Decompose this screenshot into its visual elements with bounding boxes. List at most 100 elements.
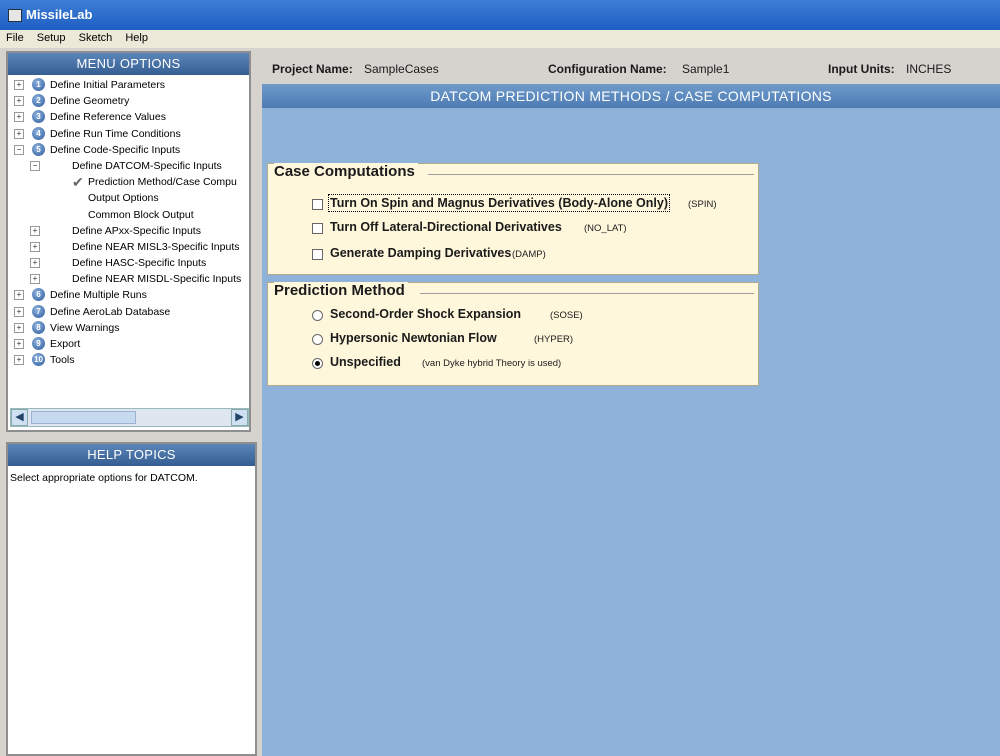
tree-item-label[interactable]: Define Initial Parameters [50,77,165,93]
expand-icon[interactable]: + [14,306,24,317]
spin-code: (SPIN) [688,199,717,210]
checkmark-icon: ✔ [72,174,84,191]
step-number-icon: 7 [32,304,45,318]
expand-icon[interactable]: + [14,339,24,349]
tree-item-label[interactable]: Define AeroLab Database [50,304,170,320]
menu-sketch[interactable]: Sketch [73,30,117,44]
spin-checkbox[interactable] [312,199,323,210]
expand-icon[interactable]: + [14,80,24,90]
tree-item-label[interactable]: Define Reference Values [50,109,166,125]
sose-code: (SOSE) [550,310,583,321]
app-icon [8,9,22,22]
step-number-icon: 4 [32,126,45,140]
tree-item-label[interactable]: Define Multiple Runs [50,287,147,303]
help-text: Select appropriate options for DATCOM. [10,472,198,484]
group-divider [428,174,754,175]
menu-bar: File Setup Sketch Help [0,30,1000,48]
tree-item[interactable]: Common Block Output [8,207,249,223]
step-number-icon: 2 [32,94,45,108]
tree-item[interactable]: +7 Define AeroLab Database [8,304,249,320]
tree-item[interactable]: +8 View Warnings [8,320,249,336]
expand-icon[interactable]: + [14,322,24,333]
help-topics-header: HELP TOPICS [8,444,255,466]
tree-item[interactable]: + Define HASC-Specific Inputs [8,255,249,271]
menu-setup[interactable]: Setup [31,30,70,44]
step-number-icon: 9 [32,337,45,350]
no-lat-checkbox[interactable] [312,223,323,234]
collapse-icon[interactable]: − [30,160,40,171]
tree-item[interactable]: ✔ Prediction Method/Case Compu [8,174,249,190]
step-number-icon: 3 [32,110,45,124]
tree-item[interactable]: Output Options [8,190,249,206]
expand-icon[interactable]: + [14,355,24,366]
unspecified-code: (van Dyke hybrid Theory is used) [422,358,562,369]
hyper-label[interactable]: Hypersonic Newtonian Flow [330,331,497,345]
tree-item[interactable]: +4 Define Run Time Conditions [8,126,249,142]
step-number-icon: 5 [32,142,45,156]
damp-label[interactable]: Generate Damping Derivatives [330,246,511,260]
prediction-method-title: Prediction Method [274,282,408,299]
hyper-code: (HYPER) [534,334,574,345]
expand-icon[interactable]: + [30,241,40,252]
no-lat-label[interactable]: Turn Off Lateral-Directional Derivatives [330,220,562,234]
configuration-name-value: Sample1 [682,62,730,76]
tree-horizontal-scrollbar[interactable]: ◀ ▶ [10,408,249,427]
unspecified-radio[interactable] [312,358,323,369]
project-info-bar: Project Name: SampleCases Configuration … [262,58,1000,80]
title-bar: MissileLab [0,0,1000,30]
tree-item-label[interactable]: Common Block Output [88,207,194,223]
expand-icon[interactable]: + [30,225,40,236]
expand-icon[interactable]: + [14,96,24,107]
tree-item[interactable]: +3 Define Reference Values [8,109,249,125]
sose-label[interactable]: Second-Order Shock Expansion [330,307,521,321]
tree-item[interactable]: +6 Define Multiple Runs [8,287,249,303]
expand-icon[interactable]: + [14,112,24,123]
tree-item-label[interactable]: Define HASC-Specific Inputs [72,255,206,271]
tree-item-label[interactable]: Define DATCOM-Specific Inputs [72,158,222,174]
expand-icon[interactable]: + [14,128,24,139]
tree-item[interactable]: + Define NEAR MISL3-Specific Inputs [8,239,249,255]
menu-options-panel: MENU OPTIONS +1 Define Initial Parameters… [6,51,251,432]
tree-item[interactable]: −5 Define Code-Specific Inputs [8,142,249,158]
menu-help[interactable]: Help [119,30,152,44]
unspecified-label[interactable]: Unspecified [330,355,401,369]
tree-item[interactable]: +2 Define Geometry [8,93,249,109]
tree-item-label[interactable]: Tools [50,352,75,368]
tree-item-label[interactable]: View Warnings [50,320,119,336]
main-header: DATCOM PREDICTION METHODS / CASE COMPUTA… [262,84,1000,108]
configuration-name-label: Configuration Name: [548,62,667,76]
scroll-right-button[interactable]: ▶ [231,409,248,426]
scroll-thumb[interactable] [31,411,136,424]
input-units-label: Input Units: [828,62,895,76]
tree-item-label[interactable]: Output Options [88,190,159,206]
expand-icon[interactable]: + [30,258,40,269]
tree-item[interactable]: − Define DATCOM-Specific Inputs [8,158,249,174]
tree-item-label[interactable]: Define Geometry [50,93,129,109]
tree-item-label[interactable]: Define NEAR MISDL-Specific Inputs [72,271,241,287]
scroll-left-button[interactable]: ◀ [11,409,28,426]
tree-item[interactable]: + Define NEAR MISDL-Specific Inputs [8,271,249,287]
project-name-value: SampleCases [364,62,439,76]
damp-checkbox[interactable] [312,249,323,260]
tree-item[interactable]: + Define APxx-Specific Inputs [8,223,249,239]
tree-item-label[interactable]: Define APxx-Specific Inputs [72,223,201,239]
tree-item-label[interactable]: Define NEAR MISL3-Specific Inputs [72,239,240,255]
tree-item[interactable]: +10 Tools [8,352,249,368]
tree-item[interactable]: +1 Define Initial Parameters [8,77,249,93]
tree-item-label[interactable]: Export [50,336,80,352]
hyper-radio[interactable] [312,334,323,345]
help-topics-panel: HELP TOPICS Select appropriate options f… [6,442,257,756]
tree-item-label[interactable]: Define Code-Specific Inputs [50,142,180,158]
tree-item-label[interactable]: Prediction Method/Case Compu [88,174,237,190]
tree-item-label[interactable]: Define Run Time Conditions [50,126,181,142]
step-number-icon: 6 [32,288,45,302]
spin-label[interactable]: Turn On Spin and Magnus Derivatives (Bod… [328,194,670,212]
expand-icon[interactable]: + [14,290,24,301]
input-units-value: INCHES [906,62,952,76]
expand-icon[interactable]: + [30,274,40,285]
collapse-icon[interactable]: − [14,144,24,155]
group-divider [420,293,754,294]
menu-file[interactable]: File [0,30,28,44]
sose-radio[interactable] [312,310,323,321]
tree-item[interactable]: +9 Export [8,336,249,352]
